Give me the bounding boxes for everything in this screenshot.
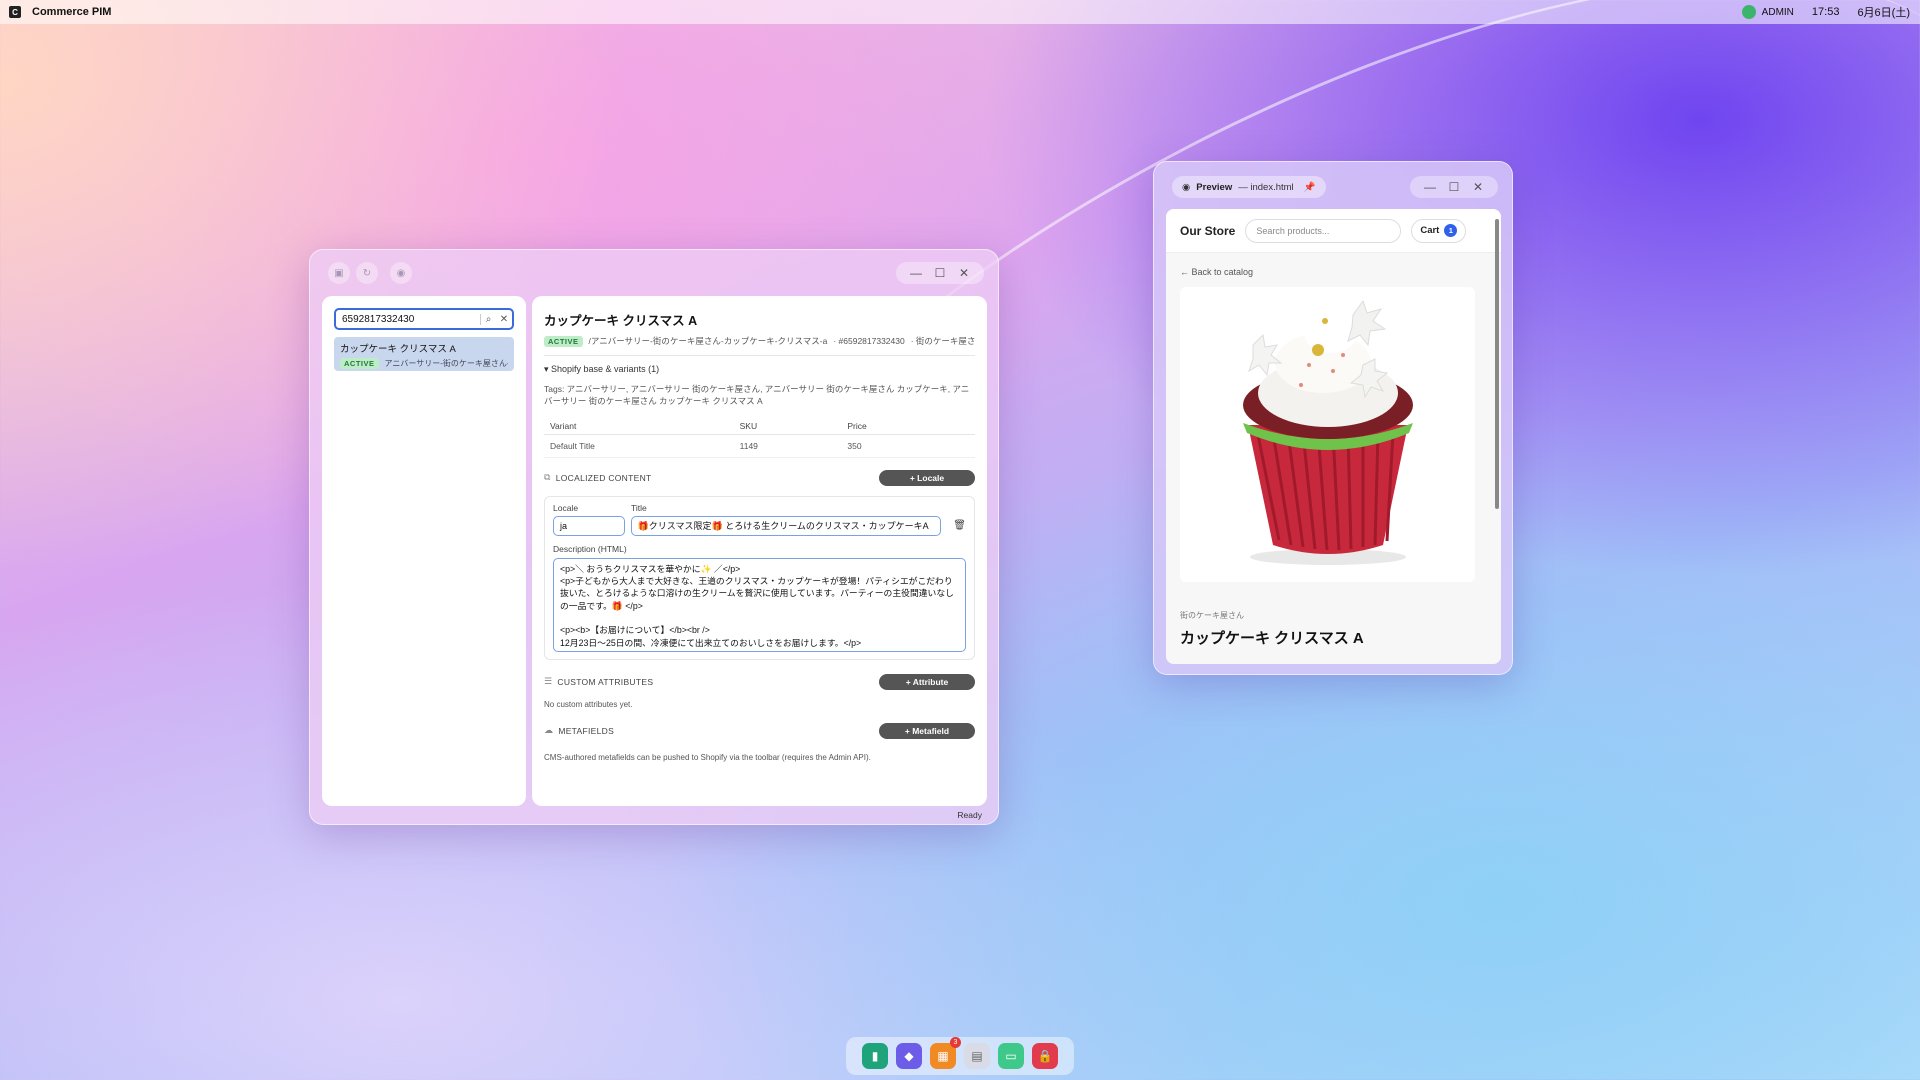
column-header: SKU: [733, 417, 842, 435]
maximize-button[interactable]: ☐: [1442, 180, 1466, 194]
list-icon: ☰: [544, 676, 553, 687]
calendar-icon[interactable]: ▦ 3: [930, 1037, 961, 1069]
price-cell: 350: [841, 434, 975, 458]
tab-title: Preview: [1196, 181, 1233, 193]
empty-attributes-text: No custom attributes yet.: [544, 699, 633, 709]
user-menu[interactable]: ADMIN: [1741, 5, 1794, 19]
tab-preview[interactable]: ◉ Preview — index.html 📌: [1172, 176, 1326, 198]
status-badge: ACTIVE: [544, 335, 583, 347]
cart-count-badge: 1: [1444, 224, 1458, 237]
search-value: 6592817332430: [342, 313, 415, 325]
section-title: CUSTOM ATTRIBUTES: [557, 676, 654, 687]
eye-icon: ◉: [1182, 181, 1191, 193]
app-name[interactable]: Commerce PIM: [32, 6, 111, 18]
product-handle: /アニバーサリー-街のケーキ屋さん-カップケーキ-クリスマス-a: [588, 336, 828, 346]
metafields-note: CMS-authored metafields can be pushed to…: [544, 752, 871, 762]
cloud-icon: ☁: [544, 725, 554, 736]
lock-icon[interactable]: 🔒: [1032, 1043, 1058, 1069]
pin-icon[interactable]: 📌: [1304, 182, 1316, 193]
description-label: Description (HTML): [553, 543, 627, 554]
user-name: ADMIN: [1761, 6, 1794, 18]
translate-icon: ⧉: [544, 472, 551, 483]
title-label: Title: [631, 502, 647, 513]
product-vendor: · 街のケーキ屋さん: [910, 336, 975, 346]
search-icon[interactable]: ⌕: [480, 313, 496, 325]
status-badge: ACTIVE: [340, 358, 379, 369]
back-to-catalog-link[interactable]: ← Back to catalog: [1180, 267, 1487, 277]
analytics-icon[interactable]: ▮: [862, 1043, 888, 1069]
clock-time: 17:53: [1811, 6, 1840, 18]
add-metafield-button[interactable]: + Metafield: [879, 722, 975, 739]
preview-window: ◉ Preview — index.html 📌 — ☐ ✕ Our Store…: [1153, 161, 1513, 675]
add-attribute-button[interactable]: + Attribute: [879, 673, 975, 690]
document-icon[interactable]: ▤: [964, 1043, 990, 1069]
scroll-thumb[interactable]: [1495, 219, 1499, 509]
store-name[interactable]: Our Store: [1180, 224, 1235, 238]
product-id: · #6592817332430: [833, 336, 905, 346]
refresh-icon[interactable]: ↻: [356, 262, 378, 284]
variants-table: Variant SKU Price Default Title 1149 350: [544, 417, 975, 458]
clear-icon[interactable]: ✕: [496, 314, 512, 325]
sku-cell: 1149: [733, 434, 842, 458]
locale-input[interactable]: ja: [553, 515, 625, 536]
preview-viewport: Our Store Search products... Cart 1 ← Ba…: [1166, 209, 1501, 664]
tag-icon[interactable]: ◆: [896, 1043, 922, 1069]
menu-bar: C Commerce PIM ADMIN 17:53 6月6日(土): [0, 0, 1920, 24]
close-button[interactable]: ✕: [1466, 180, 1490, 194]
tab-file: — index.html: [1238, 181, 1294, 193]
minimize-button[interactable]: —: [904, 266, 928, 280]
close-button[interactable]: ✕: [952, 266, 976, 280]
section-title: METAFIELDS: [558, 725, 615, 736]
product-search-input[interactable]: 6592817332430 ⌕ ✕: [334, 308, 514, 330]
variant-cell: Default Title: [544, 434, 734, 458]
maximize-button[interactable]: ☐: [928, 266, 952, 280]
avatar: [1741, 5, 1756, 19]
product-image: [1180, 287, 1475, 582]
column-header: Price: [841, 417, 975, 435]
table-row: Default Title 1149 350: [544, 434, 975, 458]
product-detail-panel: カップケーキ クリスマス A ACTIVE /アニバーサリー-街のケーキ屋さん-…: [532, 296, 987, 806]
add-locale-button[interactable]: + Locale: [879, 469, 975, 486]
cart-label: Cart: [1420, 225, 1440, 236]
product-vendor: 街のケーキ屋さん: [1180, 611, 1244, 620]
save-icon[interactable]: ▣: [328, 262, 350, 284]
list-item[interactable]: カップケーキ クリスマス A ACTIVE アニバーサリー-街のケーキ屋さん-カ…: [334, 337, 514, 371]
column-header: Variant: [544, 417, 734, 435]
dock: ▮ ◆ ▦ 3 ▤ ▭ 🔒: [846, 1037, 1074, 1075]
minimize-button[interactable]: —: [1418, 180, 1442, 194]
product-list-panel: 6592817332430 ⌕ ✕ カップケーキ クリスマス A ACTIVE …: [322, 296, 526, 806]
store-search-input[interactable]: Search products...: [1245, 218, 1402, 243]
locale-label: Locale: [553, 502, 579, 513]
result-title: カップケーキ クリスマス A: [340, 344, 456, 355]
localized-title-input[interactable]: 🎁クリスマス限定🎁 とろける生クリームのクリスマス・カップケーキA: [630, 515, 942, 536]
pim-window: ▣ ↻ ◉ — ☐ ✕ 6592817332430 ⌕ ✕ カップケーキ クリス…: [309, 249, 999, 825]
page-title: カップケーキ クリスマス A: [544, 314, 698, 328]
locale-entry: Locale Title ja 🎁クリスマス限定🎁 とろける生クリームのクリスマ…: [544, 495, 975, 660]
product-tags: Tags: アニバーサリー, アニバーサリー 街のケーキ屋さん, アニバーサリー…: [544, 384, 970, 407]
status-text: Ready: [957, 810, 982, 820]
trash-icon[interactable]: 🗑: [953, 520, 966, 531]
shopify-variants-toggle[interactable]: ▾ Shopify base & variants (1): [544, 364, 975, 375]
clock-date: 6月6日(土): [1857, 7, 1910, 19]
section-title: LOCALIZED CONTENT: [555, 472, 652, 483]
cart-button[interactable]: Cart 1: [1411, 218, 1467, 243]
window-icon[interactable]: ▭: [998, 1043, 1024, 1069]
result-meta: アニバーサリー-街のケーキ屋さん-カップケ…: [384, 359, 508, 368]
notification-badge: 3: [950, 1037, 961, 1048]
scrollbar[interactable]: [1494, 213, 1499, 664]
product-title: カップケーキ クリスマス A: [1180, 630, 1364, 647]
app-logo-icon[interactable]: C: [9, 6, 21, 18]
preview-eye-icon[interactable]: ◉: [390, 262, 412, 284]
description-textarea[interactable]: <p>＼ おうちクリスマスを華やかに✨ ／</p> <p>子どもから大人まで大好…: [553, 557, 966, 652]
